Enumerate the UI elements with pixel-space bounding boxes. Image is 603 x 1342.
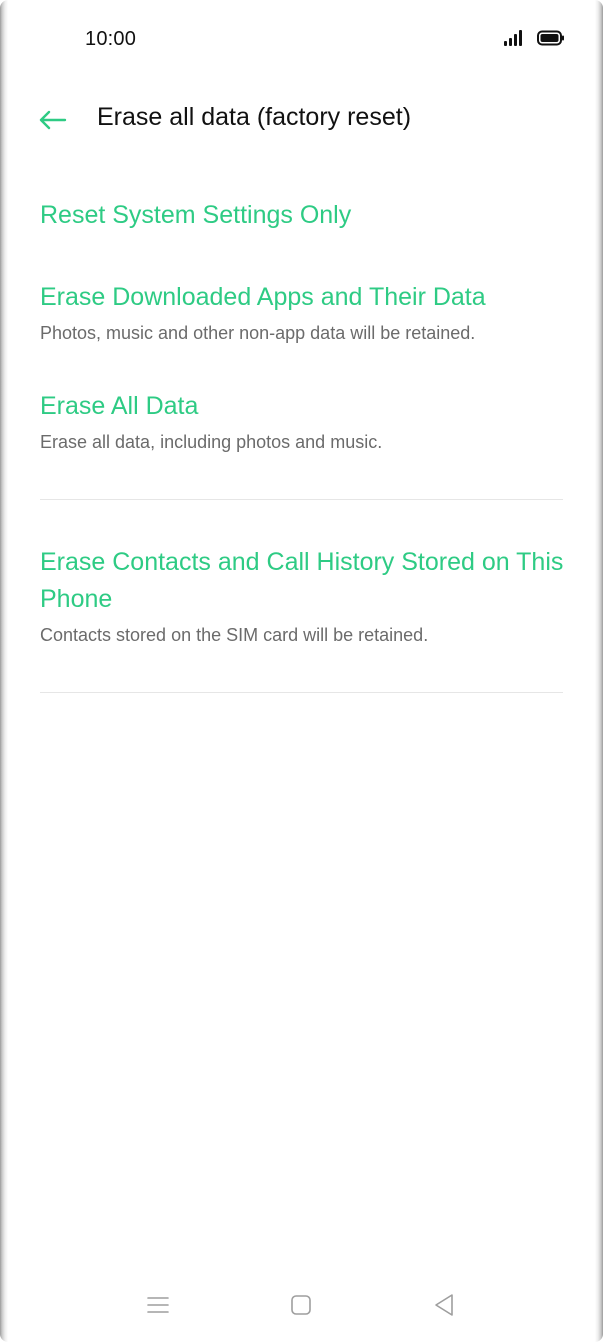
signal-bars-icon xyxy=(504,30,528,46)
back-nav-button[interactable] xyxy=(424,1290,464,1320)
arrow-left-icon xyxy=(39,110,67,130)
option-title: Reset System Settings Only xyxy=(40,201,352,229)
option-erase-contacts-call-history[interactable]: Erase Contacts and Call History Stored o… xyxy=(40,544,564,647)
divider xyxy=(40,692,563,693)
battery-icon xyxy=(537,30,564,46)
option-description: Photos, music and other non-app data wil… xyxy=(40,323,476,343)
device-edge-right xyxy=(595,0,603,1342)
phone-screen: 10:00 Erase all data (factory reset) Res… xyxy=(0,0,603,1342)
option-title: Erase Downloaded Apps and Their Data xyxy=(40,283,486,311)
home-square-icon xyxy=(291,1295,311,1315)
option-reset-system-settings[interactable]: Reset System Settings Only xyxy=(40,197,564,234)
status-time: 10:00 xyxy=(85,28,137,50)
menu-lines-icon xyxy=(147,1297,169,1313)
device-edge-left xyxy=(0,0,8,1342)
home-button[interactable] xyxy=(281,1290,321,1320)
option-erase-all-data[interactable]: Erase All Data Erase all data, including… xyxy=(40,388,564,454)
option-erase-downloaded-apps[interactable]: Erase Downloaded Apps and Their Data Pho… xyxy=(40,279,564,345)
option-title: Erase All Data xyxy=(40,392,199,420)
page-title: Erase all data (factory reset) xyxy=(97,103,412,131)
back-triangle-icon xyxy=(435,1294,453,1316)
divider xyxy=(40,499,563,500)
option-description: Contacts stored on the SIM card will be … xyxy=(40,625,429,645)
recent-apps-button[interactable] xyxy=(138,1290,178,1320)
option-description: Erase all data, including photos and mus… xyxy=(40,432,383,452)
option-title: Erase Contacts and Call History Stored o… xyxy=(40,548,564,613)
back-button[interactable] xyxy=(30,100,74,140)
